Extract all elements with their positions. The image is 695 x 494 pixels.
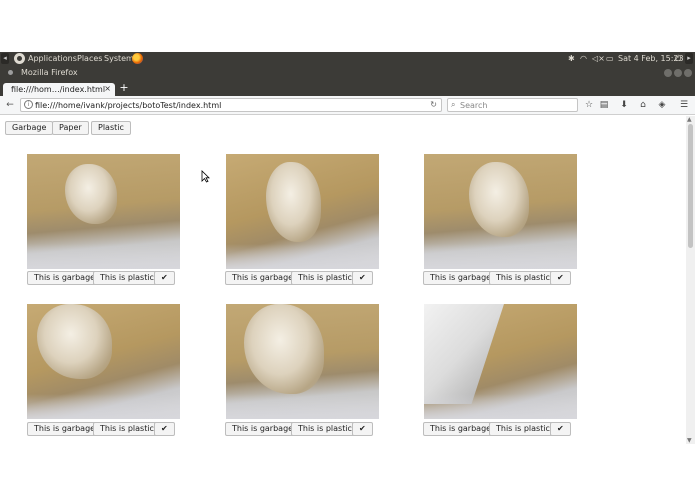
vertical-scrollbar[interactable]: ▲ ▼	[686, 116, 695, 444]
this-is-plastic-button[interactable]: This is plastic	[93, 422, 161, 436]
screen-bottom-margin	[0, 444, 695, 494]
reload-icon[interactable]: ↻	[430, 100, 437, 109]
screen-top-margin	[0, 0, 695, 52]
window-title-bar: Mozilla Firefox	[0, 65, 695, 81]
navigation-toolbar: ← i file:///home/ivank/projects/botoTest…	[0, 96, 695, 115]
this-is-plastic-button[interactable]: This is plastic	[489, 271, 557, 285]
sample-photo	[226, 304, 379, 419]
paper-blob	[266, 162, 321, 242]
confirm-check-button[interactable]: ✔	[154, 271, 175, 285]
paper-blob	[65, 164, 117, 224]
sample-photo	[226, 154, 379, 269]
tab-strip: file:///hom…/index.html × +	[0, 81, 695, 96]
desktop-top-panel: ◂ Applications Places System ✱ ◠ ◁× ▭ Sa…	[0, 52, 695, 65]
bluetooth-icon[interactable]: ✱	[568, 53, 575, 64]
this-is-garbage-button[interactable]: This is garbage	[27, 422, 103, 436]
window-title: Mozilla Firefox	[21, 68, 78, 77]
search-input[interactable]	[460, 100, 575, 110]
garbage-category-button[interactable]: Garbage	[5, 121, 54, 135]
minimize-button[interactable]	[664, 69, 672, 77]
menu-system[interactable]: System	[104, 53, 134, 64]
bookmark-star-icon[interactable]: ☆	[583, 99, 595, 111]
sample-photo	[27, 154, 180, 269]
home-icon[interactable]: ⌂	[637, 99, 649, 111]
ubuntu-logo-icon[interactable]	[14, 53, 25, 64]
page-content: Garbage Paper Plastic This is garbage Th…	[0, 116, 686, 444]
url-text[interactable]: file:///home/ivank/projects/botoTest/ind…	[35, 101, 221, 110]
pocket-icon[interactable]: ◈	[656, 99, 668, 111]
panel-left-arrow-icon[interactable]: ◂	[1, 53, 9, 64]
maximize-button[interactable]	[674, 69, 682, 77]
confirm-check-button[interactable]: ✔	[154, 422, 175, 436]
paper-blob	[37, 304, 112, 379]
site-info-icon[interactable]: i	[24, 100, 33, 109]
this-is-plastic-button[interactable]: This is plastic	[291, 422, 359, 436]
confirm-check-button[interactable]: ✔	[352, 422, 373, 436]
this-is-garbage-button[interactable]: This is garbage	[225, 422, 301, 436]
this-is-garbage-button[interactable]: This is garbage	[27, 271, 103, 285]
window-menu-icon[interactable]	[8, 70, 13, 75]
search-box[interactable]: ⌕	[447, 98, 578, 112]
paper-blob	[469, 162, 529, 237]
tab-index-html[interactable]: file:///hom…/index.html ×	[3, 83, 115, 96]
downloads-icon[interactable]: ⬇	[618, 99, 630, 111]
this-is-garbage-button[interactable]: This is garbage	[423, 422, 499, 436]
search-icon: ⌕	[451, 100, 456, 109]
paper-category-button[interactable]: Paper	[52, 121, 89, 135]
plastic-category-button[interactable]: Plastic	[91, 121, 131, 135]
paper-roll-shape	[424, 304, 504, 404]
this-is-garbage-button[interactable]: This is garbage	[423, 271, 499, 285]
bookmarks-library-icon[interactable]: ▤	[598, 99, 610, 111]
volume-icon[interactable]: ◁×	[592, 53, 605, 64]
sample-photo	[424, 154, 577, 269]
confirm-check-button[interactable]: ✔	[550, 271, 571, 285]
paper-blob	[244, 304, 324, 394]
clock[interactable]: Sat 4 Feb, 15:23	[618, 53, 684, 64]
scrollbar-thumb[interactable]	[688, 124, 693, 248]
this-is-plastic-button[interactable]: This is plastic	[489, 422, 557, 436]
close-window-button[interactable]	[684, 69, 692, 77]
tab-title: file:///hom…/index.html	[11, 85, 106, 94]
firefox-launcher-icon[interactable]	[132, 53, 143, 64]
scroll-down-icon[interactable]: ▼	[687, 437, 692, 444]
mouse-cursor-icon	[201, 170, 210, 183]
sample-photo	[424, 304, 577, 419]
panel-right-arrow-icon[interactable]: ▸	[685, 53, 693, 64]
confirm-check-button[interactable]: ✔	[352, 271, 373, 285]
tab-close-icon[interactable]: ×	[104, 84, 111, 93]
wifi-icon[interactable]: ◠	[580, 53, 587, 64]
this-is-plastic-button[interactable]: This is plastic	[291, 271, 359, 285]
menu-applications[interactable]: Applications	[28, 53, 77, 64]
sample-photo	[27, 304, 180, 419]
this-is-garbage-button[interactable]: This is garbage	[225, 271, 301, 285]
confirm-check-button[interactable]: ✔	[550, 422, 571, 436]
hamburger-menu-icon[interactable]: ☰	[678, 99, 690, 111]
scroll-up-icon[interactable]: ▲	[687, 116, 692, 123]
this-is-plastic-button[interactable]: This is plastic	[93, 271, 161, 285]
battery-icon[interactable]: ▭	[606, 53, 614, 64]
new-tab-button[interactable]: +	[118, 82, 130, 94]
power-icon[interactable]: ⏻	[675, 53, 681, 64]
back-arrow-icon[interactable]: ←	[4, 99, 16, 111]
url-bar[interactable]: i file:///home/ivank/projects/botoTest/i…	[20, 98, 442, 112]
menu-places[interactable]: Places	[77, 53, 102, 64]
